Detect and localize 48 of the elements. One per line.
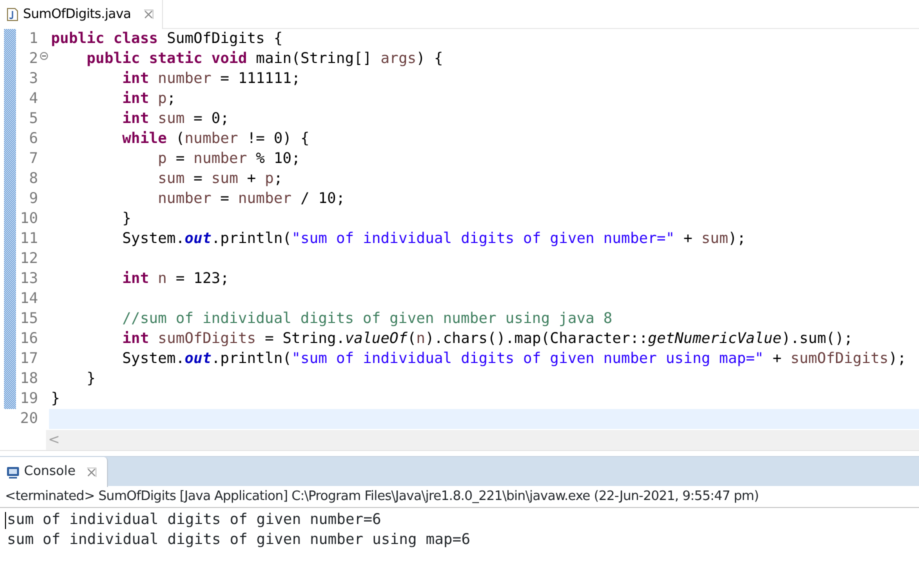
console-output-line: sum of individual digits of given number=6 xyxy=(7,510,382,530)
line-number: 8 xyxy=(28,169,39,189)
line-number: 15 xyxy=(19,309,39,329)
line-number: 7 xyxy=(28,149,39,169)
text-cursor xyxy=(5,512,6,529)
line-number: 14 xyxy=(19,289,39,309)
code-line: System.out.println("sum of individual digits of given number using map=" + sumOfDigits); xyxy=(121,349,906,369)
line-number: 2 xyxy=(28,49,39,69)
line-number: 5 xyxy=(28,109,39,129)
line-number: 19 xyxy=(19,389,39,409)
code-line: int number = 111111; xyxy=(121,69,300,89)
line-number: 1 xyxy=(28,29,39,49)
code-line: public static void main(String[] args) { xyxy=(86,49,444,69)
line-number: 10 xyxy=(19,209,39,229)
code-line: int p; xyxy=(121,89,176,109)
code-line: System.out.println("sum of individual digits of given number=" + sum); xyxy=(121,229,746,249)
line-number: 18 xyxy=(19,369,39,389)
line-number: 12 xyxy=(19,249,39,269)
line-number: 3 xyxy=(28,69,39,89)
close-icon[interactable] xyxy=(142,9,154,20)
line-number: 4 xyxy=(28,89,39,109)
code-line: sum = sum + p; xyxy=(156,169,283,189)
code-line: p = number % 10; xyxy=(156,149,300,169)
editor-tab[interactable]: SumOfDigits.java xyxy=(0,0,163,29)
code-line: int sum = 0; xyxy=(121,109,230,129)
close-icon[interactable] xyxy=(86,466,97,478)
line-number: 16 xyxy=(19,329,39,349)
code-line: number = number / 10; xyxy=(156,189,345,209)
code-line: int sumOfDigits = String.valueOf(n).chars().map(Character::getNumericValue).sum(); xyxy=(121,329,853,349)
line-number: 11 xyxy=(19,229,39,249)
line-number: 17 xyxy=(19,349,39,369)
line-number: 20 xyxy=(19,409,39,429)
java-file-icon xyxy=(6,7,19,22)
line-number: 9 xyxy=(28,189,39,209)
process-description: <terminated> SumOfDigits [Java Application] C:\Program Files\Java\jre1.8.0_221\bin\javaw.exe (22-Jun-2021, 9:55:47 pm) xyxy=(0,486,919,508)
console-output-line: sum of individual digits of given number using map=6 xyxy=(7,530,470,550)
collapse-icon[interactable] xyxy=(40,52,48,60)
code-line: while (number != 0) { xyxy=(121,129,310,149)
code-line: //sum of individual digits of given number using java 8 xyxy=(121,309,612,329)
code-line: int n = 123; xyxy=(121,269,230,289)
console-tab[interactable]: Console xyxy=(0,457,108,487)
line-number: 6 xyxy=(28,129,39,149)
code-line: public class SumOfDigits { xyxy=(51,29,283,49)
code-line: } xyxy=(121,209,132,229)
line-number: 13 xyxy=(19,269,39,289)
code-line: } xyxy=(51,389,60,409)
code-line: } xyxy=(86,369,96,389)
monitor-icon xyxy=(6,466,20,478)
